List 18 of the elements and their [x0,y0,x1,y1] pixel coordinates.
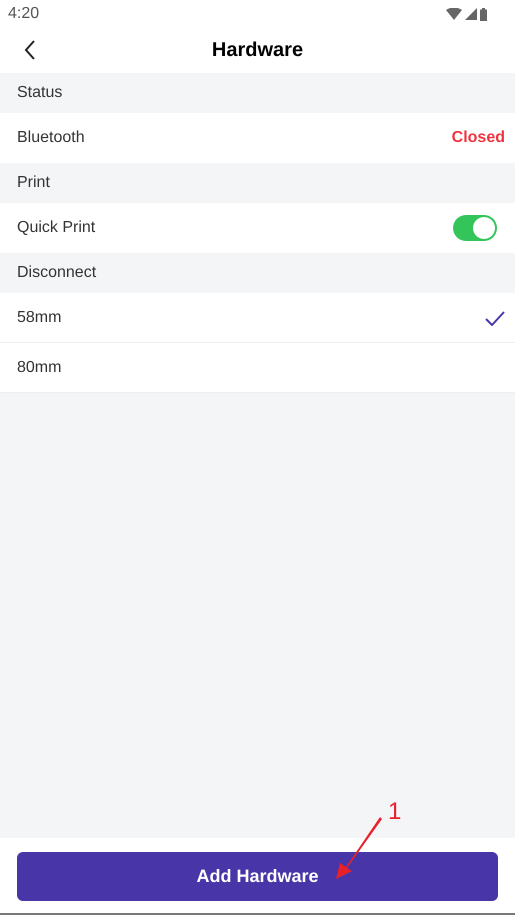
section-header: Status [16,83,64,103]
section-header: Print [16,173,51,193]
back-icon[interactable] [24,40,36,60]
option-row[interactable]: 80mm [0,343,515,393]
annotation-number: 1 [388,798,402,826]
option-row[interactable]: 58mm [0,293,515,343]
page-title: Hardware [212,39,304,62]
status-value: Closed [452,129,505,147]
row-label: Bluetooth [17,129,85,147]
toggle-switch[interactable] [453,215,497,241]
signal-icon [465,8,477,20]
status-time: 4:20 [8,5,40,23]
wifi-icon [446,8,462,20]
section-header: Disconnect [16,263,98,283]
add-hardware-button[interactable]: Add Hardware [17,852,498,901]
row-label: Quick Print [17,219,96,237]
annotation-arrow [334,815,384,881]
battery-icon [480,8,487,20]
